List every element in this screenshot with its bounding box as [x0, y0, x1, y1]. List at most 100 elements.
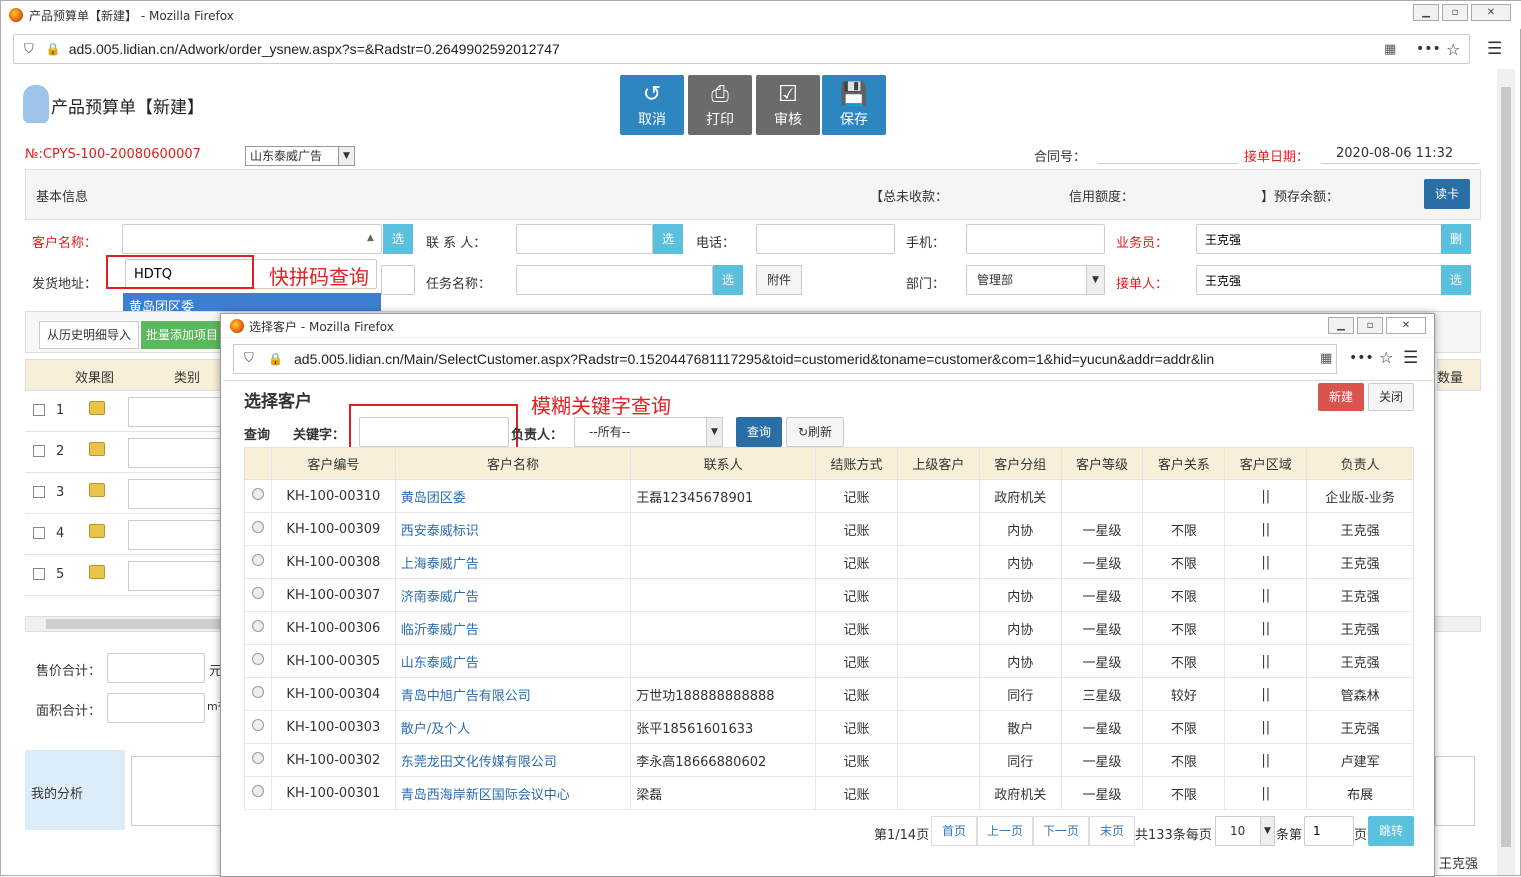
bookmark-star-icon[interactable]: ☆: [1379, 348, 1393, 367]
close-window-button[interactable]: ✕: [1471, 4, 1511, 21]
customer-row[interactable]: KH-100-00310 黄岛团区委 王磊12345678901 记账 政府机关 || 企业…: [244, 479, 1414, 513]
phone-input[interactable]: [756, 224, 895, 254]
more-icon[interactable]: •••: [1349, 350, 1374, 366]
salesman-input[interactable]: [1196, 224, 1442, 254]
mobile-input[interactable]: [966, 224, 1105, 254]
contact-input[interactable]: [516, 224, 653, 254]
next-page-button[interactable]: 下一页: [1033, 816, 1089, 846]
row-type-input[interactable]: [128, 397, 225, 427]
page-number-input[interactable]: [1304, 816, 1354, 846]
salesman-delete-button[interactable]: 删: [1441, 224, 1471, 254]
folder-icon[interactable]: [89, 524, 105, 538]
first-page-button[interactable]: 首页: [931, 816, 977, 846]
menu-icon[interactable]: ☰: [1403, 348, 1418, 368]
customer-row[interactable]: KH-100-00301 青岛西海岸新区国际会议中心 梁磊 记账 政府机关 一星级 不限 ||…: [244, 776, 1414, 810]
row-radio[interactable]: [251, 653, 264, 665]
attach-button[interactable]: 附件: [756, 265, 802, 295]
customer-name-link[interactable]: 山东泰威广告: [394, 644, 632, 678]
dialog-close-button[interactable]: 关闭: [1368, 383, 1414, 411]
qr-icon[interactable]: ▦: [1384, 42, 1396, 57]
row-type-input[interactable]: [128, 438, 225, 468]
print-button[interactable]: ⎙ 打印: [688, 75, 752, 135]
customer-name-link[interactable]: 西安泰威标识: [394, 512, 632, 546]
prev-page-button[interactable]: 上一页: [977, 816, 1033, 846]
row-radio[interactable]: [251, 719, 264, 731]
owner-select[interactable]: --所有-- ▼: [574, 417, 723, 447]
more-icon[interactable]: •••: [1416, 41, 1441, 57]
row-radio[interactable]: [251, 521, 264, 533]
url-text[interactable]: ad5.005.lidian.cn/Adwork/order_ysnew.asp…: [69, 41, 560, 57]
row-radio[interactable]: [251, 587, 264, 599]
dialog-url-bar[interactable]: ⛉ 🔒 ad5.005.lidian.cn/Main/SelectCustome…: [233, 344, 1337, 374]
task-select-button[interactable]: 选: [713, 265, 743, 295]
qr-icon[interactable]: ▦: [1320, 351, 1333, 366]
row-checkbox[interactable]: [33, 404, 45, 416]
minimize-button[interactable]: ▁: [1413, 4, 1439, 21]
dialog-minimize-button[interactable]: ▁: [1328, 317, 1354, 334]
row-radio[interactable]: [251, 686, 264, 698]
customer-name-link[interactable]: 青岛中旭广告有限公司: [394, 677, 632, 711]
contract-input[interactable]: [1098, 163, 1238, 164]
refresh-button[interactable]: ↻刷新: [786, 417, 844, 447]
customer-row[interactable]: KH-100-00302 东莞龙田文化传媒有限公司 李永高18666880602 记账…: [244, 743, 1414, 777]
url-bar[interactable]: ⛉ 🔒 ad5.005.lidian.cn/Adwork/order_ysnew…: [13, 34, 1470, 64]
customer-row[interactable]: KH-100-00307 济南泰威广告 记账 内协 一星级 不限 || 王克强: [244, 578, 1414, 612]
review-button[interactable]: ☑ 审核: [756, 75, 820, 135]
customer-row[interactable]: KH-100-00309 西安泰威标识 记账 内协 一星级 不限 || 王克强: [244, 512, 1414, 546]
customer-row[interactable]: KH-100-00308 上海泰威广告 记账 内协 一星级 不限 || 王克强: [244, 545, 1414, 579]
maximize-button[interactable]: ▫: [1442, 4, 1468, 21]
import-history-button[interactable]: 从历史明细导入: [39, 321, 139, 349]
dialog-url-text[interactable]: ad5.005.lidian.cn/Main/SelectCustomer.as…: [294, 351, 1214, 367]
jump-button[interactable]: 跳转: [1368, 816, 1414, 846]
cancel-button[interactable]: ↺ 取消: [620, 75, 684, 135]
row-checkbox[interactable]: [33, 445, 45, 457]
row-type-input[interactable]: [128, 520, 225, 550]
customer-row[interactable]: KH-100-00303 散户/及个人 张平18561601633 记账 散户 一星级 不限…: [244, 710, 1414, 744]
new-customer-button[interactable]: 新建: [1318, 383, 1364, 411]
last-page-button[interactable]: 末页: [1089, 816, 1135, 846]
analysis-textarea[interactable]: [131, 756, 226, 826]
contact-select-button[interactable]: 选: [653, 224, 683, 254]
task-name-input[interactable]: [516, 265, 713, 295]
folder-icon[interactable]: [89, 483, 105, 497]
row-radio[interactable]: [251, 554, 264, 566]
per-page-select[interactable]: 10 ▼: [1215, 816, 1275, 846]
row-type-input[interactable]: [128, 561, 225, 591]
row-radio[interactable]: [251, 620, 264, 632]
customer-name-link[interactable]: 上海泰威广告: [394, 545, 632, 579]
customer-name-link[interactable]: 临沂泰威广告: [394, 611, 632, 645]
page-scrollbar[interactable]: [1497, 69, 1515, 875]
receiver-input[interactable]: [1196, 265, 1442, 295]
customer-row[interactable]: KH-100-00305 山东泰威广告 记账 内协 一星级 不限 || 王克强: [244, 644, 1414, 678]
folder-icon[interactable]: [89, 565, 105, 579]
dialog-close-window-button[interactable]: ✕: [1386, 317, 1426, 334]
customer-input[interactable]: [122, 224, 382, 254]
customer-name-link[interactable]: 济南泰威广告: [394, 578, 632, 612]
customer-name-link[interactable]: 东莞龙田文化传媒有限公司: [394, 743, 632, 777]
row-radio[interactable]: [251, 488, 264, 500]
folder-icon[interactable]: [89, 442, 105, 456]
customer-row[interactable]: KH-100-00304 青岛中旭广告有限公司 万世功188888888888 记账 同…: [244, 677, 1414, 711]
read-card-button[interactable]: 读卡: [1424, 179, 1470, 209]
ship-address-input[interactable]: [381, 265, 415, 295]
folder-icon[interactable]: [89, 401, 105, 415]
save-button[interactable]: 💾 保存: [822, 75, 886, 135]
receiver-select-button[interactable]: 选: [1441, 265, 1471, 295]
row-checkbox[interactable]: [33, 527, 45, 539]
row-checkbox[interactable]: [33, 568, 45, 580]
row-radio[interactable]: [251, 752, 264, 764]
area-total-input[interactable]: [107, 693, 205, 723]
menu-icon[interactable]: ☰: [1487, 39, 1502, 59]
customer-name-link[interactable]: 散户/及个人: [394, 710, 632, 744]
customer-name-link[interactable]: 青岛西海岸新区国际会议中心: [394, 776, 632, 810]
row-checkbox[interactable]: [33, 486, 45, 498]
customer-select-button[interactable]: 选: [383, 224, 413, 254]
row-type-input[interactable]: [128, 479, 225, 509]
row-radio[interactable]: [251, 785, 264, 797]
bookmark-star-icon[interactable]: ☆: [1446, 40, 1460, 59]
price-total-input[interactable]: [107, 653, 205, 683]
search-button[interactable]: 查询: [736, 417, 782, 447]
customer-name-link[interactable]: 黄岛团区委: [394, 479, 632, 513]
customer-dropdown-icon[interactable]: ▲: [367, 233, 374, 243]
company-select[interactable]: 山东泰威广告 ▼: [245, 146, 355, 166]
